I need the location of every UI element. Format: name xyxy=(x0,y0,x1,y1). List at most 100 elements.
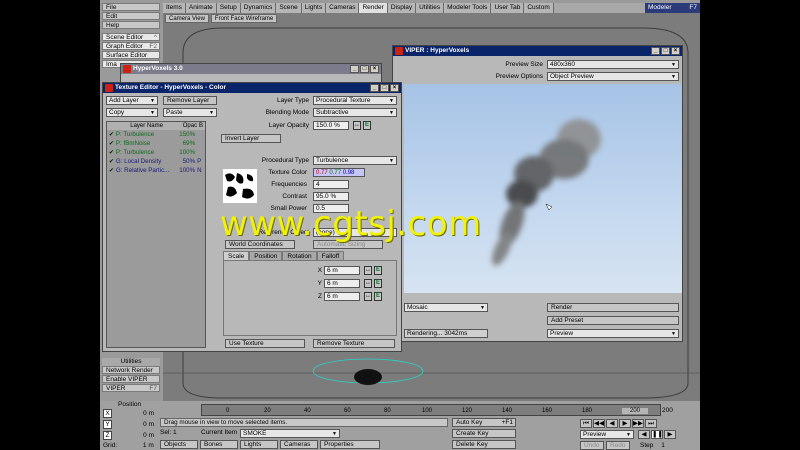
tab-falloff[interactable]: Falloff xyxy=(316,251,345,260)
minimize-icon[interactable]: _ xyxy=(651,47,660,55)
viper-button[interactable]: VIPER F7 xyxy=(102,384,160,392)
envelope-button[interactable]: E xyxy=(374,292,382,301)
tab-position[interactable]: Position xyxy=(249,251,283,260)
tab-animate[interactable]: Animate xyxy=(185,3,217,13)
render-preview[interactable] xyxy=(404,84,682,293)
layer-row[interactable]: ✔ G: Local Density 50% P xyxy=(107,157,205,166)
maximize-icon[interactable]: □ xyxy=(661,47,670,55)
slider-arrows-icon[interactable]: ↔ xyxy=(364,266,372,275)
render-button[interactable]: Render xyxy=(547,303,679,312)
copy-dropdown[interactable]: Copy ▼ xyxy=(106,108,158,117)
timeline-slider[interactable]: 0 20 40 60 80 100 120 140 160 180 200 xyxy=(201,404,661,416)
close-icon[interactable]: × xyxy=(370,65,379,73)
envelope-button[interactable]: E xyxy=(374,279,382,288)
check-icon[interactable]: ✔ xyxy=(107,148,116,157)
tab-cameras[interactable]: Cameras xyxy=(326,3,360,13)
maximize-icon[interactable]: □ xyxy=(360,65,369,73)
preview-options-dropdown[interactable]: Object Preview ▼ xyxy=(547,72,679,81)
blending-mode-dropdown[interactable]: Subtractive ▼ xyxy=(313,108,397,117)
contrast-field[interactable]: 95.0 % xyxy=(313,192,349,201)
objects-button[interactable]: Objects xyxy=(160,440,198,449)
preview-dropdown[interactable]: Preview ▼ xyxy=(580,430,634,439)
create-key-button[interactable]: Create Key xyxy=(452,429,516,438)
slider-arrows-icon[interactable]: ↔ xyxy=(364,292,372,301)
lights-button[interactable]: Lights xyxy=(240,440,278,449)
layer-opacity-field[interactable]: 150.0 % xyxy=(313,121,349,130)
enable-viper-button[interactable]: Enable VIPER xyxy=(102,375,160,383)
next-key-icon[interactable]: ▶▶ xyxy=(632,419,644,428)
tab-items[interactable]: Items xyxy=(163,3,186,13)
current-item-dropdown[interactable]: SMOKE ▼ xyxy=(240,429,340,438)
tab-modeler-tools[interactable]: Modeler Tools xyxy=(444,3,492,13)
layer-row[interactable]: ✔ P: fBmNoise 69% xyxy=(107,139,205,148)
cameras-button[interactable]: Cameras xyxy=(280,440,318,449)
tab-scale[interactable]: Scale xyxy=(223,251,250,260)
scale-y-field[interactable]: 6 m xyxy=(324,279,360,288)
slider-arrows-icon[interactable]: ↔ xyxy=(364,279,372,288)
slider-arrows-icon[interactable]: ↔ xyxy=(353,121,361,130)
view-type-dropdown[interactable]: Camera View xyxy=(165,14,209,23)
paste-dropdown[interactable]: Paste ▼ xyxy=(163,108,217,117)
maximize-icon[interactable]: □ xyxy=(380,84,389,92)
layer-row[interactable]: ✔ P: Turbulence 150% xyxy=(107,130,205,139)
check-icon[interactable]: ✔ xyxy=(107,130,116,139)
coord-x[interactable]: X0 m xyxy=(103,409,156,418)
frequencies-field[interactable]: 4 xyxy=(313,180,349,189)
envelope-button[interactable]: E xyxy=(374,266,382,275)
end-frame-field[interactable]: 200 xyxy=(662,407,673,414)
network-render-button[interactable]: Network Render xyxy=(102,366,160,374)
scene-editor-button[interactable]: Scene Editor ^ xyxy=(102,33,160,41)
last-frame-icon[interactable]: ⏭ xyxy=(645,419,657,428)
viper-mode-dropdown[interactable]: Mosaic ▼ xyxy=(404,303,488,312)
close-icon[interactable]: × xyxy=(671,47,680,55)
menu-edit[interactable]: Edit xyxy=(102,12,160,20)
undo-button[interactable]: Undo xyxy=(580,441,604,450)
use-texture-button[interactable]: Use Texture xyxy=(225,339,305,348)
menu-help[interactable]: Help xyxy=(102,21,160,29)
check-icon[interactable]: ✔ xyxy=(107,166,116,175)
play-reverse-icon[interactable]: ◀ xyxy=(638,430,650,439)
check-icon[interactable]: ✔ xyxy=(107,157,116,166)
first-frame-icon[interactable]: ⏮ xyxy=(580,419,592,428)
pause-icon[interactable]: ❚❚ xyxy=(651,430,663,439)
tab-display[interactable]: Display xyxy=(387,3,417,13)
tab-user-tab[interactable]: User Tab xyxy=(491,3,525,13)
scale-x-field[interactable]: 6 m xyxy=(324,266,360,275)
procedural-type-dropdown[interactable]: Turbulence ▼ xyxy=(313,156,397,165)
layer-row[interactable]: ✔ P: Turbulence 100% xyxy=(107,148,205,157)
minimize-icon[interactable]: _ xyxy=(350,65,359,73)
remove-layer-button[interactable]: Remove Layer xyxy=(163,96,217,105)
remove-texture-button[interactable]: Remove Texture xyxy=(313,339,395,348)
check-icon[interactable]: ✔ xyxy=(107,139,116,148)
coord-z[interactable]: Z0 m xyxy=(103,431,156,440)
texture-editor-titlebar[interactable]: Texture Editor - HyperVoxels - Color _ □… xyxy=(103,83,401,93)
surface-editor-button[interactable]: Surface Editor xyxy=(102,51,160,59)
modeler-button[interactable]: Modeler F7 xyxy=(645,3,700,13)
scale-z-field[interactable]: 6 m xyxy=(324,292,360,301)
tab-setup[interactable]: Setup xyxy=(216,3,241,13)
auto-key-button[interactable]: Auto Key +F1 xyxy=(452,418,516,427)
tab-render[interactable]: Render xyxy=(359,3,388,13)
bones-button[interactable]: Bones xyxy=(200,440,238,449)
texture-color-field[interactable]: 0.77 0.77 0.98 xyxy=(313,168,365,177)
tab-dynamics[interactable]: Dynamics xyxy=(240,3,277,13)
layer-row[interactable]: ✔ G: Relative Partic... 100% N xyxy=(107,166,205,175)
step-field[interactable]: Step 1 xyxy=(640,442,665,449)
preview-size-dropdown[interactable]: 480x360 ▼ xyxy=(547,60,679,69)
graph-editor-button[interactable]: Graph Editor F2 xyxy=(102,42,160,50)
tab-utilities[interactable]: Utilities xyxy=(416,3,445,13)
tab-lights[interactable]: Lights xyxy=(301,3,327,13)
layer-type-dropdown[interactable]: Procedural Texture ▼ xyxy=(313,96,397,105)
minimize-icon[interactable]: _ xyxy=(370,84,379,92)
render-style-dropdown[interactable]: Front Face Wireframe xyxy=(210,14,278,23)
prev-key-icon[interactable]: ◀◀ xyxy=(593,419,605,428)
hypervoxels-titlebar[interactable]: HyperVoxels 3.0 _ □ × xyxy=(121,64,381,74)
redo-button[interactable]: Redo xyxy=(606,441,630,450)
close-icon[interactable]: × xyxy=(390,84,399,92)
coord-y[interactable]: Y0 m xyxy=(103,420,156,429)
tab-rotation[interactable]: Rotation xyxy=(282,251,317,260)
tab-custom[interactable]: Custom xyxy=(524,3,554,13)
menu-file[interactable]: File xyxy=(102,3,160,11)
viper-preview-dropdown[interactable]: Preview ▼ xyxy=(547,329,679,338)
prev-frame-icon[interactable]: ◀ xyxy=(606,419,618,428)
